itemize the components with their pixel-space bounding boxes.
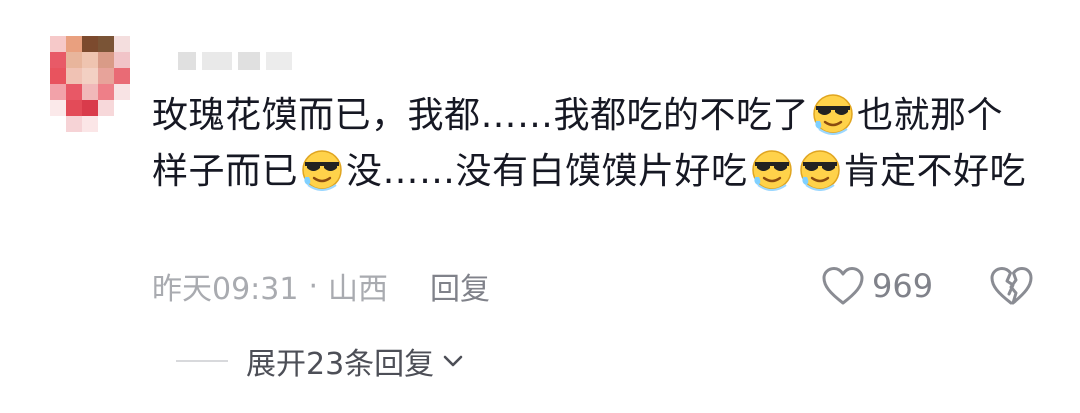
- expand-replies-button[interactable]: 展开23条回复: [176, 336, 466, 386]
- like-button[interactable]: 969: [820, 262, 933, 310]
- cool-emoji-icon: [811, 91, 855, 135]
- reply-button[interactable]: 回复: [430, 264, 490, 308]
- meta-separator: ·: [308, 268, 319, 304]
- cool-emoji-icon: [798, 147, 842, 191]
- comment-segment-3: 没……没有白馍馍片好吃: [346, 151, 748, 192]
- comment-location: 山西: [328, 272, 389, 307]
- username-blurred[interactable]: [178, 46, 298, 76]
- avatar[interactable]: [50, 36, 130, 132]
- like-count: 969: [872, 267, 934, 305]
- dislike-button[interactable]: [988, 263, 1034, 309]
- cool-emoji-icon: [300, 147, 344, 191]
- chevron-down-icon[interactable]: [434, 348, 466, 374]
- cool-emoji-icon: [750, 147, 794, 191]
- divider-line: [176, 360, 228, 362]
- comment-segment-4: 肯定不好吃: [843, 151, 1027, 192]
- heart-outline-icon[interactable]: [820, 265, 866, 307]
- expand-replies-label[interactable]: 展开23条回复: [246, 339, 434, 383]
- comment-meta: 昨天09:31 · 山西 回复: [152, 262, 490, 310]
- comment-text: 玫瑰花馍而已，我都……我都吃的不吃了 也就那个样子而已 没……没有白馍馍片好吃 肯定不…: [152, 88, 1032, 200]
- comment-segment-1: 玫瑰花馍而已，我都……我都吃的不吃了: [152, 95, 810, 136]
- broken-heart-icon[interactable]: [988, 263, 1034, 309]
- comment-time: 昨天09:31: [152, 272, 299, 307]
